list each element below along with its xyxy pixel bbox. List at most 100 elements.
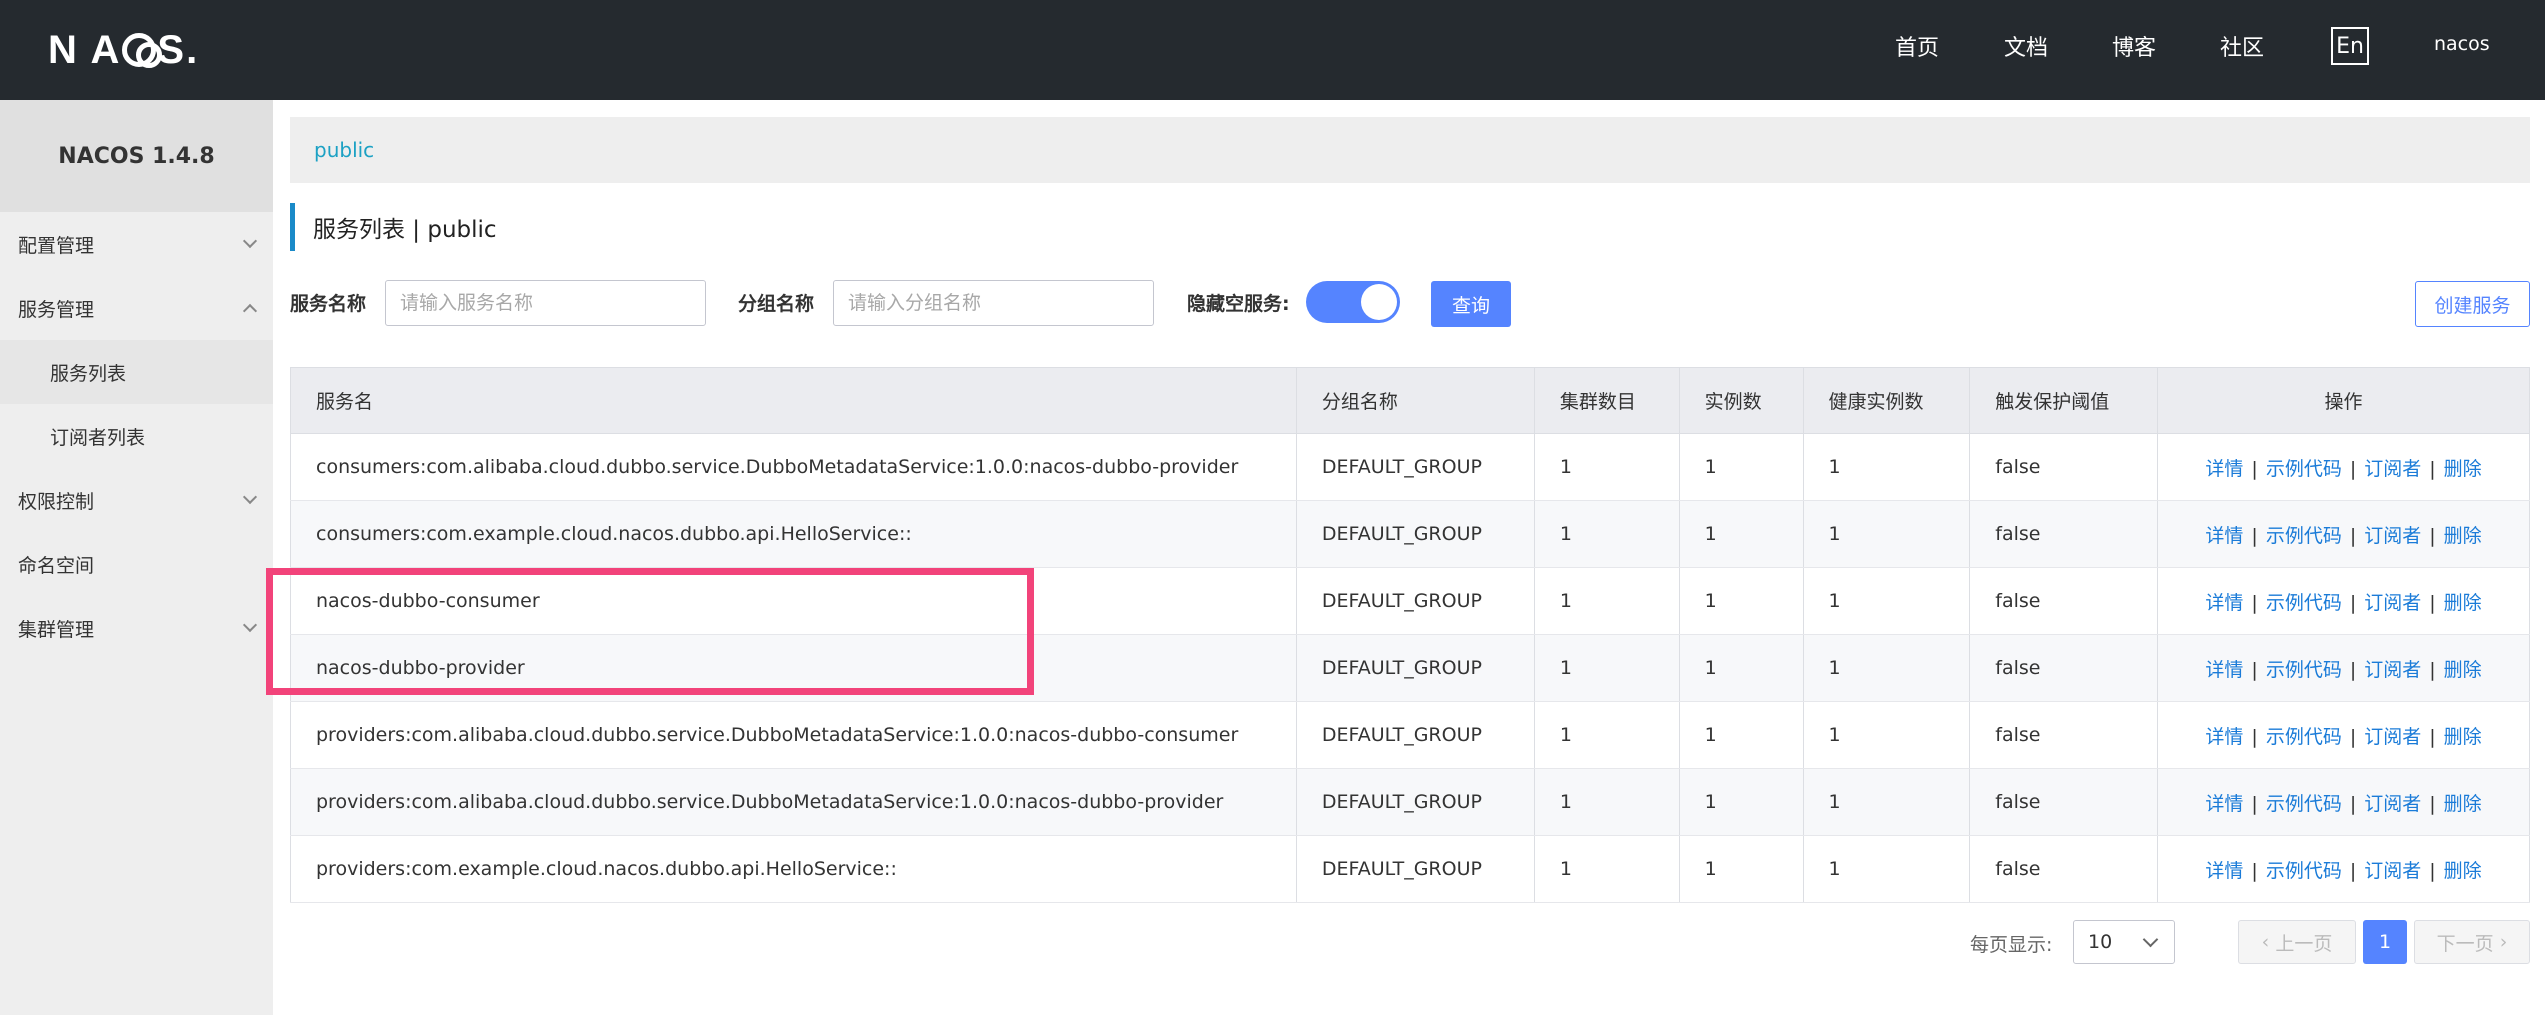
page-1-button[interactable]: 1: [2363, 920, 2407, 964]
nav-home-link[interactable]: 首页: [1895, 30, 1939, 62]
service-name-cell: providers:com.alibaba.cloud.dubbo.servic…: [290, 768, 1297, 836]
healthy-count-cell: 1: [1803, 567, 1971, 635]
detail-link[interactable]: 详情: [2205, 458, 2243, 480]
sample-code-link[interactable]: 示例代码: [2266, 525, 2342, 547]
subscribers-link[interactable]: 订阅者: [2364, 525, 2421, 547]
group-name-cell: DEFAULT_GROUP: [1296, 768, 1535, 836]
healthy-count-cell: 1: [1803, 701, 1971, 769]
detail-link[interactable]: 详情: [2205, 793, 2243, 815]
separator: |: [2429, 725, 2436, 748]
service-name-input[interactable]: [385, 280, 706, 326]
namespace-breadcrumb: public: [290, 117, 2530, 183]
hide-empty-label: 隐藏空服务:: [1187, 293, 1290, 315]
threshold-cell: false: [1969, 835, 2159, 903]
sample-code-link[interactable]: 示例代码: [2266, 793, 2342, 815]
next-page-label: 下一页: [2436, 932, 2494, 955]
cluster-count-cell: 1: [1534, 634, 1680, 702]
cluster-count-cell: 1: [1534, 500, 1680, 568]
actions-cell: 详情 | 示例代码 | 订阅者 | 删除: [2157, 768, 2530, 836]
create-service-button[interactable]: 创建服务: [2415, 281, 2530, 327]
chevron-down-icon: [242, 617, 258, 633]
delete-link[interactable]: 删除: [2444, 525, 2482, 547]
subscribers-link[interactable]: 订阅者: [2364, 860, 2421, 882]
sidebar-item-label: 命名空间: [18, 554, 95, 577]
threshold-cell: false: [1969, 701, 2159, 769]
group-name-cell: DEFAULT_GROUP: [1296, 567, 1535, 635]
sidebar-item-namespace[interactable]: 命名空间: [0, 532, 273, 596]
prev-page-button[interactable]: ‹ 上一页: [2238, 920, 2356, 964]
subscribers-link[interactable]: 订阅者: [2364, 592, 2421, 614]
separator: |: [2429, 658, 2436, 681]
subscribers-link[interactable]: 订阅者: [2364, 726, 2421, 748]
separator: |: [2251, 524, 2258, 547]
sidebar-item-service[interactable]: 服务管理: [0, 276, 273, 340]
sidebar-item-label: 配置管理: [18, 234, 95, 257]
sidebar-item-subscriber-list[interactable]: 订阅者列表: [0, 404, 273, 468]
service-name-cell: providers:com.alibaba.cloud.dubbo.servic…: [290, 701, 1297, 769]
sample-code-link[interactable]: 示例代码: [2266, 458, 2342, 480]
language-switch-button[interactable]: En: [2331, 27, 2369, 65]
chevron-down-icon: [2142, 931, 2159, 948]
delete-link[interactable]: 删除: [2444, 860, 2482, 882]
sample-code-link[interactable]: 示例代码: [2266, 726, 2342, 748]
detail-link[interactable]: 详情: [2205, 525, 2243, 547]
subscribers-link[interactable]: 订阅者: [2364, 458, 2421, 480]
separator: |: [2429, 859, 2436, 882]
separator: |: [2429, 591, 2436, 614]
query-button[interactable]: 查询: [1431, 281, 1511, 327]
detail-link[interactable]: 详情: [2205, 592, 2243, 614]
instance-count-cell: 1: [1679, 433, 1804, 501]
nav-community-link[interactable]: 社区: [2220, 30, 2264, 62]
cluster-count-cell: 1: [1534, 835, 1680, 903]
separator: |: [2349, 792, 2357, 815]
delete-link[interactable]: 删除: [2444, 592, 2482, 614]
sample-code-link[interactable]: 示例代码: [2266, 860, 2342, 882]
service-name-cell: nacos-dubbo-consumer: [290, 567, 1297, 635]
nacos-logo[interactable]: N A S.: [48, 22, 199, 78]
detail-link[interactable]: 详情: [2205, 860, 2243, 882]
detail-link[interactable]: 详情: [2205, 659, 2243, 681]
service-name-cell: providers:com.example.cloud.nacos.dubbo.…: [290, 835, 1297, 903]
hide-empty-toggle[interactable]: [1306, 281, 1400, 323]
threshold-cell: false: [1969, 768, 2159, 836]
sidebar-item-auth[interactable]: 权限控制: [0, 468, 273, 532]
healthy-count-cell: 1: [1803, 768, 1971, 836]
subscribers-link[interactable]: 订阅者: [2364, 793, 2421, 815]
sidebar-item-service-list[interactable]: 服务列表: [0, 340, 273, 404]
nav-docs-link[interactable]: 文档: [2004, 30, 2048, 62]
separator: |: [2349, 859, 2357, 882]
nav-blog-link[interactable]: 博客: [2112, 30, 2156, 62]
subscribers-link[interactable]: 订阅者: [2364, 659, 2421, 681]
col-instance-count: 实例数: [1679, 367, 1804, 434]
table-row: providers:com.alibaba.cloud.dubbo.servic…: [290, 701, 2530, 769]
instance-count-cell: 1: [1679, 500, 1804, 568]
separator: |: [2251, 792, 2258, 815]
delete-link[interactable]: 删除: [2444, 458, 2482, 480]
detail-link[interactable]: 详情: [2205, 726, 2243, 748]
sample-code-link[interactable]: 示例代码: [2266, 592, 2342, 614]
instance-count-cell: 1: [1679, 567, 1804, 635]
sidebar-item-label: 订阅者列表: [50, 426, 146, 449]
separator: |: [2251, 725, 2258, 748]
group-name-cell: DEFAULT_GROUP: [1296, 433, 1535, 501]
healthy-count-cell: 1: [1803, 500, 1971, 568]
sidebar-item-cluster[interactable]: 集群管理: [0, 596, 273, 660]
col-threshold: 触发保护阈值: [1969, 367, 2159, 434]
actions-cell: 详情 | 示例代码 | 订阅者 | 删除: [2157, 634, 2530, 702]
delete-link[interactable]: 删除: [2444, 659, 2482, 681]
group-name-input[interactable]: [833, 280, 1154, 326]
table-row: providers:com.example.cloud.nacos.dubbo.…: [290, 835, 2530, 903]
delete-link[interactable]: 删除: [2444, 793, 2482, 815]
next-page-button[interactable]: 下一页 ›: [2414, 920, 2530, 964]
sidebar-item-label: 服务列表: [50, 362, 127, 385]
per-page-select[interactable]: 10: [2073, 920, 2175, 964]
delete-link[interactable]: 删除: [2444, 726, 2482, 748]
sidebar-item-config[interactable]: 配置管理: [0, 212, 273, 276]
threshold-cell: false: [1969, 634, 2159, 702]
sample-code-link[interactable]: 示例代码: [2266, 659, 2342, 681]
group-name-cell: DEFAULT_GROUP: [1296, 835, 1535, 903]
namespace-link-public[interactable]: public: [314, 138, 374, 162]
separator: |: [2349, 524, 2357, 547]
toggle-knob: [1361, 284, 1397, 320]
user-name[interactable]: nacos: [2434, 33, 2490, 55]
